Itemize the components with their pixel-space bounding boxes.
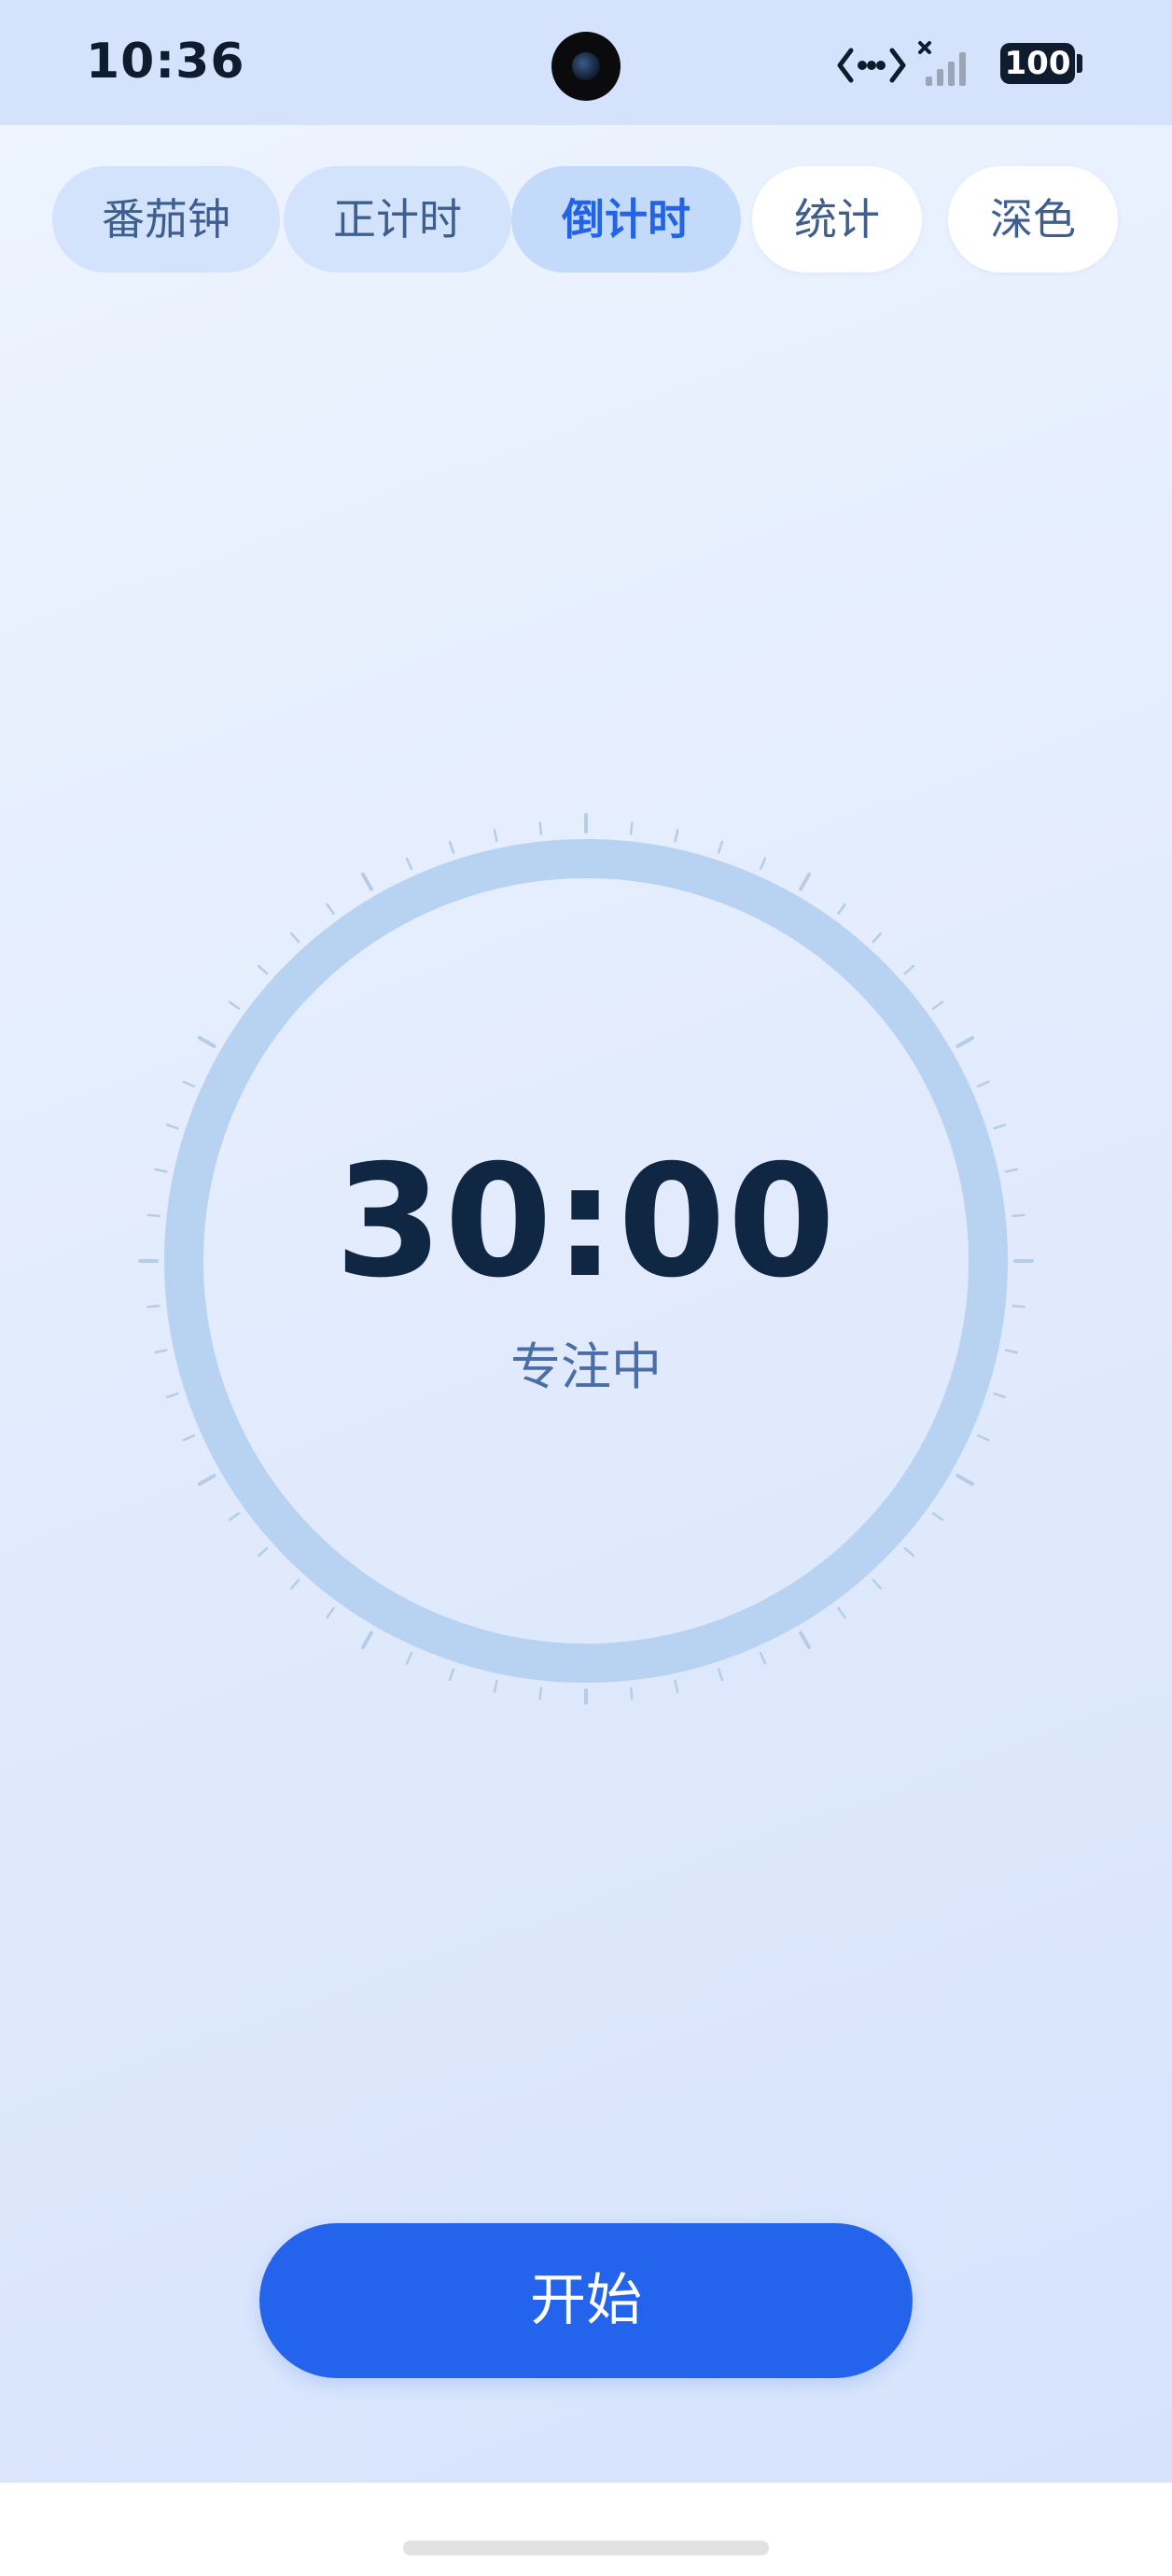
dial-minor-tick: [228, 1512, 241, 1521]
dial-major-tick: [799, 873, 811, 891]
status-time: 10:36: [86, 34, 245, 90]
dial-minor-tick: [717, 840, 724, 854]
dial-minor-tick: [759, 1651, 767, 1665]
dial-minor-tick: [674, 829, 679, 843]
timer-status: 专注中: [510, 1337, 662, 1396]
dial-minor-tick: [405, 857, 413, 871]
dial-minor-tick: [837, 1606, 846, 1619]
signal-icon: [918, 41, 966, 86]
dial-major-tick: [956, 1036, 974, 1048]
dial-minor-tick: [872, 1578, 883, 1590]
dial-minor-tick: [448, 840, 455, 854]
battery-icon: 100: [1000, 43, 1075, 84]
dial-minor-tick: [629, 1687, 634, 1701]
dial-minor-tick: [976, 1080, 990, 1088]
dial-minor-tick: [903, 964, 915, 975]
dial-major-tick: [361, 873, 373, 891]
tab-dark-mode[interactable]: 深色: [948, 166, 1118, 273]
dial-minor-tick: [976, 1434, 990, 1442]
tab-statistics[interactable]: 统计: [752, 166, 922, 273]
tab-count-up[interactable]: 正计时: [284, 166, 511, 273]
dial-minor-tick: [717, 1668, 724, 1682]
timer-display: 30:00: [334, 1132, 838, 1312]
start-button[interactable]: 开始: [259, 2223, 913, 2378]
dial-minor-tick: [165, 1123, 179, 1130]
dial-major-tick: [198, 1036, 216, 1048]
dial-minor-tick: [228, 1001, 241, 1010]
data-transfer-icon: [837, 48, 906, 83]
dial-minor-tick: [538, 1687, 543, 1701]
camera-lens: [572, 52, 600, 80]
dial-minor-tick: [257, 1547, 269, 1558]
dial-minor-tick: [837, 903, 846, 916]
dial-minor-tick: [931, 1512, 944, 1521]
dial-minor-tick: [493, 1679, 498, 1693]
dial-minor-tick: [903, 1547, 915, 1558]
dial-minor-tick: [674, 1679, 679, 1693]
dial-minor-tick: [289, 931, 300, 944]
dial-minor-tick: [993, 1123, 1007, 1130]
home-indicator[interactable]: [403, 2541, 769, 2555]
dial-minor-tick: [448, 1668, 455, 1682]
dial-minor-tick: [931, 1001, 944, 1010]
dial-minor-tick: [289, 1578, 300, 1590]
status-icons: 100: [836, 37, 1088, 95]
dial-major-tick: [799, 1631, 811, 1649]
status-bar: 10:36 100: [0, 0, 1172, 125]
dial-minor-tick: [257, 964, 269, 975]
dial-minor-tick: [493, 829, 498, 843]
tab-pomodoro[interactable]: 番茄钟: [52, 166, 280, 273]
status-indicators: [837, 41, 966, 86]
dial-minor-tick: [326, 903, 335, 916]
dial-major-tick: [361, 1631, 373, 1649]
tab-countdown[interactable]: 倒计时: [511, 166, 741, 273]
dial-minor-tick: [326, 1606, 335, 1619]
dial-minor-tick: [538, 821, 543, 835]
dial-major-tick: [198, 1474, 216, 1486]
dial-minor-tick: [182, 1080, 196, 1088]
dial-minor-tick: [872, 931, 883, 944]
dial-minor-tick: [759, 857, 767, 871]
dial-minor-tick: [405, 1651, 413, 1665]
dial-minor-tick: [182, 1434, 196, 1442]
dial-minor-tick: [629, 821, 634, 835]
battery-tip: [1077, 54, 1082, 73]
front-camera: [551, 32, 621, 101]
dial-major-tick: [956, 1474, 974, 1486]
